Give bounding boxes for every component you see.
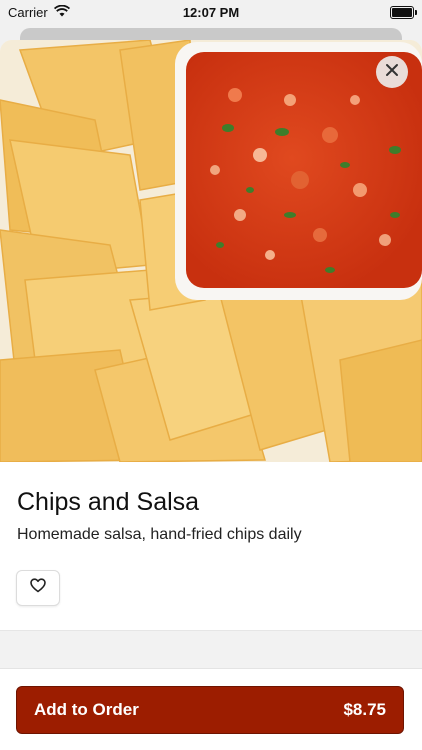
favorite-button[interactable] [16,570,60,606]
price-label: $8.75 [343,700,386,719]
add-to-order-button[interactable]: Add to Order $8.75 [16,686,404,734]
heart-icon [30,578,46,598]
section-divider [0,630,422,669]
status-bar: Carrier 12:07 PM [0,0,422,24]
item-photo [0,40,422,462]
add-to-order-label: Add to Order [34,700,139,719]
item-detail-sheet: Chips and Salsa Homemade salsa, hand-fri… [0,40,422,750]
bottom-action-bar: Add to Order $8.75 [0,668,422,750]
item-description: Homemade salsa, hand-fried chips daily [17,526,302,543]
close-button[interactable] [376,56,408,88]
battery-icon [390,5,417,19]
close-icon [385,63,399,82]
status-time: 12:07 PM [182,4,240,20]
item-title: Chips and Salsa [17,488,200,516]
